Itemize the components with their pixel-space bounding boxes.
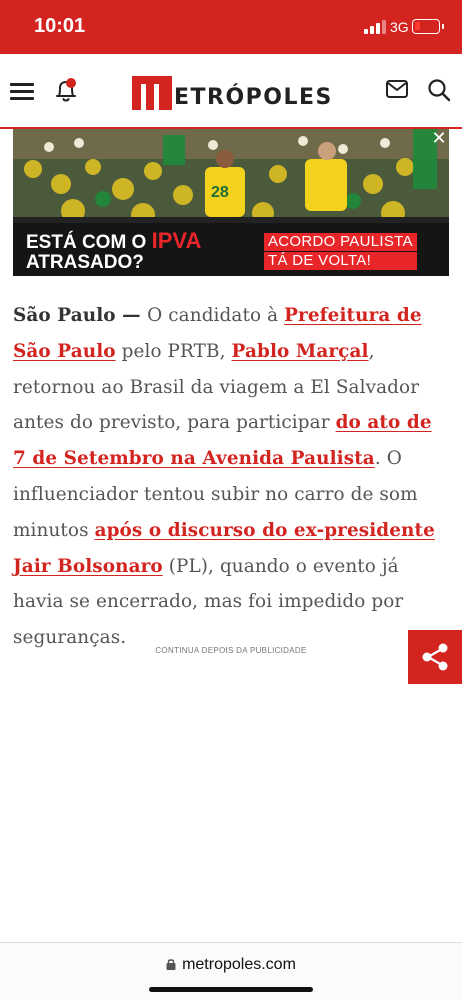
status-time: 10:01 [34, 15, 86, 37]
mail-icon[interactable] [386, 80, 408, 98]
logo-text: ETRÓPOLES [174, 85, 333, 110]
svg-text:28: 28 [211, 184, 229, 201]
browser-url-bar[interactable]: metropoles.com [0, 942, 462, 1000]
status-bar: 10:01 3G [0, 0, 462, 54]
lock-icon [166, 957, 176, 970]
ad-headline-line1: ESTÁ COM O [26, 232, 152, 253]
site-header: ETRÓPOLES [0, 54, 462, 129]
network-type: 3G [390, 19, 409, 35]
link-discurso-ex-presidente[interactable]: após o discurso do ex-presidente [95, 520, 435, 541]
ad-crowd-image: 28 [13, 129, 449, 227]
logo-mark [132, 76, 172, 110]
article-text: O candidato à [147, 305, 285, 326]
url-display[interactable]: metropoles.com [0, 956, 462, 974]
url-text: metropoles.com [182, 956, 296, 973]
ad-tag-1: ACORDO PAULISTA [264, 233, 417, 251]
share-button[interactable] [408, 630, 462, 684]
link-pablo-marcal[interactable]: Pablo Marçal [232, 341, 369, 362]
link-jair-bolsonaro[interactable]: Jair Bolsonaro [13, 556, 163, 577]
close-icon[interactable]: ✕ [430, 129, 448, 147]
ad-continue-note: CONTINUA DEPOIS DA PUBLICIDADE [155, 646, 307, 655]
ad-headline-highlight: IPVA [151, 228, 202, 253]
dateline: São Paulo [13, 305, 116, 326]
ad-headline: ESTÁ COM O IPVA ATRASADO? [26, 228, 202, 273]
bell-icon[interactable] [54, 78, 78, 104]
ad-tag-2: TÁ DE VOLTA! [264, 252, 417, 270]
battery-icon [412, 19, 444, 34]
article-text: pelo PRTB, [115, 340, 232, 362]
search-icon[interactable] [427, 78, 451, 102]
menu-icon[interactable] [10, 81, 34, 101]
share-icon [422, 643, 448, 671]
ad-tags: ACORDO PAULISTA TÁ DE VOLTA! [264, 233, 417, 271]
ad-text-area: ESTÁ COM O IPVA ATRASADO? ACORDO PAULIST… [13, 223, 449, 276]
notification-dot [66, 78, 76, 88]
home-indicator[interactable] [149, 987, 313, 992]
article-paragraph: São Paulo — O candidato à Prefeitura de … [13, 298, 449, 656]
ad-headline-line2: ATRASADO? [26, 252, 144, 273]
site-logo[interactable]: ETRÓPOLES [132, 74, 333, 110]
signal-icon [364, 20, 386, 34]
dateline-dash: — [115, 305, 148, 326]
ad-banner[interactable]: 28 ESTÁ COM O IPVA ATRASADO? ACORDO PAUL… [13, 129, 449, 276]
